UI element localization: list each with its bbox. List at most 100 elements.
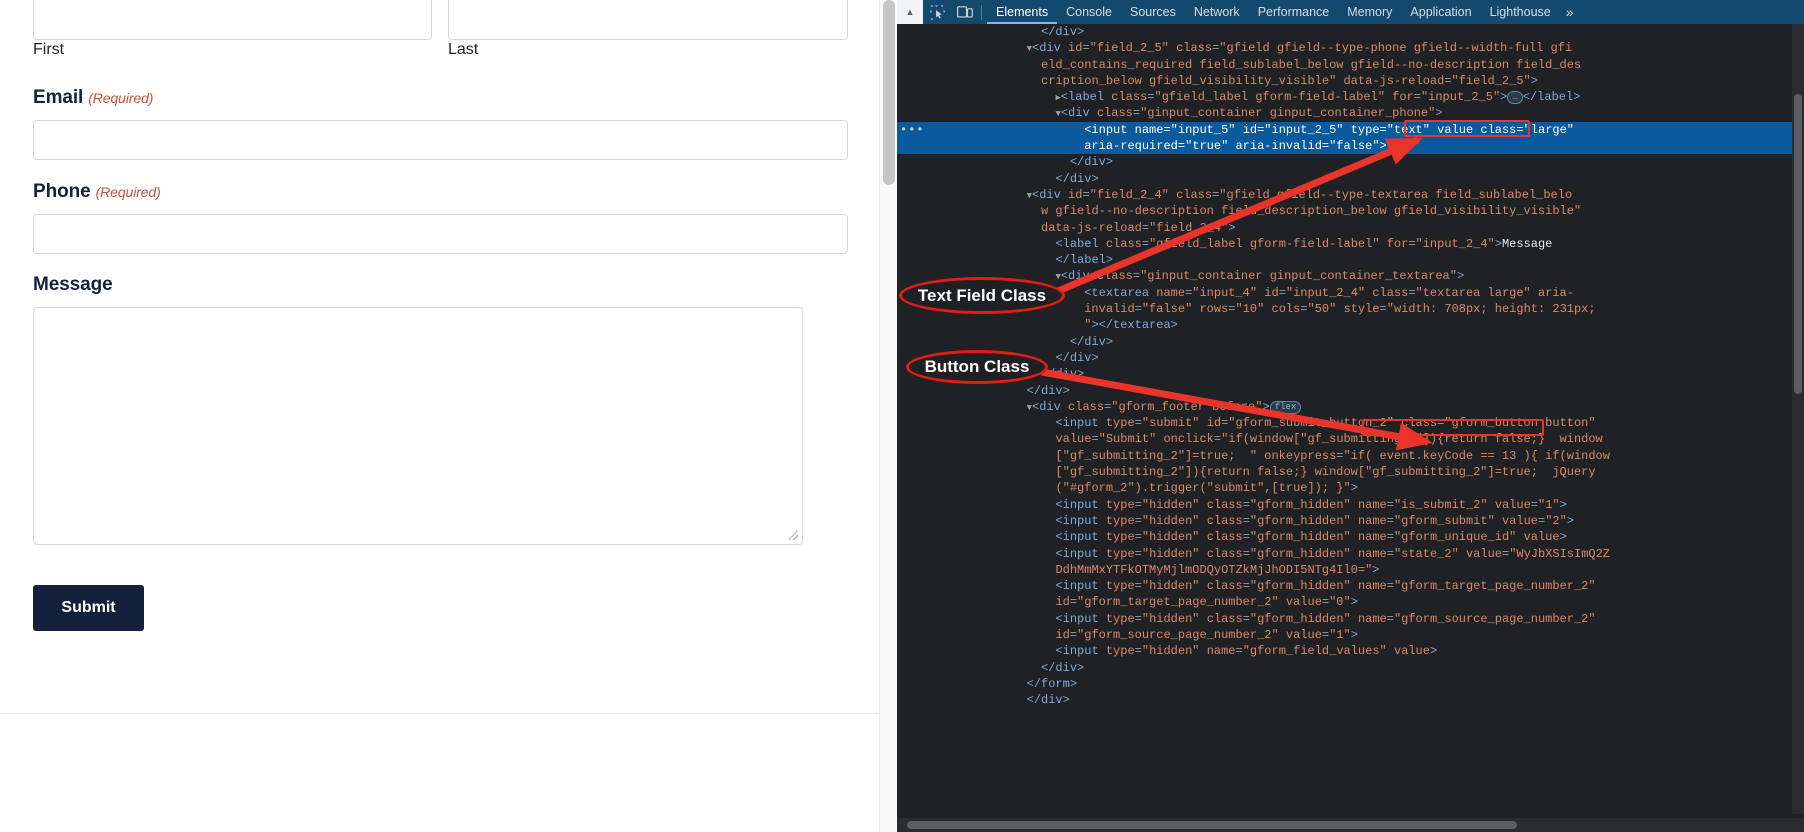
page-scrollbar[interactable] (879, 0, 897, 832)
tab-sources[interactable]: Sources (1121, 0, 1185, 24)
dom-tree-line[interactable]: </label> (897, 252, 1804, 268)
dom-tree-line[interactable]: ▼<div class="ginput_container ginput_con… (897, 268, 1804, 284)
devtools-vertical-scrollbar[interactable] (1792, 24, 1804, 814)
dom-attribute: value (1055, 432, 1092, 447)
dom-tag: </form> (1026, 676, 1078, 691)
dom-attribute: class (1096, 106, 1133, 121)
dom-tree-line[interactable]: </div> (897, 350, 1804, 366)
dom-tree-line[interactable]: </form> (897, 676, 1804, 692)
dom-tree-line[interactable]: ▶<label class="gfield_label gform-field-… (897, 89, 1804, 105)
collapsed-content-icon[interactable]: flex (1269, 400, 1302, 414)
dom-tree-line[interactable]: </div> (897, 24, 1804, 40)
dom-tree-line[interactable]: w gfield--no-description field_descripti… (897, 203, 1804, 219)
dom-tree-line[interactable]: </div> (897, 334, 1804, 350)
dom-node-badge-icon[interactable]: ••• (900, 122, 925, 138)
tab-console[interactable]: Console (1057, 0, 1121, 24)
dom-attribute-value: "hidden" (1141, 644, 1207, 659)
dom-tree-line[interactable]: "></textarea> (897, 317, 1804, 333)
dom-tree-line[interactable]: <input type="hidden" class="gform_hidden… (897, 611, 1804, 627)
dom-tree-line[interactable]: <label class="gfield_label gform-field-l… (897, 236, 1804, 252)
dom-tree-line[interactable]: ["gf_submitting_2"]=true; " onkeypress="… (897, 448, 1804, 464)
dom-tree-line[interactable]: </div> (897, 154, 1804, 170)
submit-button[interactable]: Submit (33, 585, 144, 631)
tab-elements[interactable]: Elements (987, 0, 1057, 24)
dom-attribute: name (1156, 285, 1186, 300)
dom-tree-line[interactable]: <input type="hidden" class="gform_hidden… (897, 529, 1804, 545)
dom-tag: > (1530, 73, 1538, 88)
tab-memory[interactable]: Memory (1338, 0, 1401, 24)
dom-tree-line[interactable]: </div> (897, 366, 1804, 382)
inspect-element-icon[interactable] (923, 0, 951, 24)
dom-attribute: data-js-reload (1343, 73, 1445, 88)
dom-tree-line[interactable]: <textarea name="input_4" id="input_2_4" … (897, 285, 1804, 301)
device-toolbar-icon[interactable] (951, 0, 979, 24)
phone-input[interactable] (33, 214, 848, 254)
scroll-up-icon[interactable]: ▲ (897, 0, 923, 24)
dom-tree-line[interactable]: <input type="submit" id="gform_submit_bu… (897, 415, 1804, 431)
collapsed-content-icon[interactable]: … (1507, 91, 1523, 105)
dom-tag: > (1350, 595, 1358, 610)
dom-tree-line[interactable]: ••• <input name="input_5" id="input_2_5"… (897, 121, 1804, 139)
dom-attribute: type (1350, 122, 1380, 137)
dom-tree-line[interactable]: ("#gform_2").trigger("submit",[true]); }… (897, 480, 1804, 496)
dom-attribute: class (1068, 399, 1105, 414)
dom-tree-line[interactable]: <input type="hidden" name="gform_field_v… (897, 643, 1804, 659)
dom-tag: = (1242, 513, 1250, 528)
first-name-field-wrap: First (33, 0, 432, 58)
textarea-resize-handle-icon[interactable] (788, 530, 800, 542)
dom-attribute: value (1494, 497, 1531, 512)
tab-network[interactable]: Network (1185, 0, 1249, 24)
last-name-field-wrap: Last (448, 0, 848, 58)
dom-tree-line[interactable]: id="gform_target_page_number_2" value="0… (897, 594, 1804, 610)
page-divider (0, 713, 880, 714)
last-name-input[interactable] (448, 0, 848, 40)
dom-tree-line[interactable]: </div> (897, 660, 1804, 676)
tab-lighthouse[interactable]: Lighthouse (1481, 0, 1560, 24)
dom-attribute: value (1437, 122, 1481, 137)
dom-tree-line[interactable]: </div> (897, 171, 1804, 187)
dom-tree-line[interactable]: DdhMmMxYTFkOTMyMjlmODQyOTZkMjJhODI5NTg4I… (897, 562, 1804, 578)
dom-tree-line[interactable]: aria-required="true" aria-invalid="false… (897, 138, 1804, 155)
tab-performance[interactable]: Performance (1249, 0, 1339, 24)
message-textarea[interactable] (33, 307, 803, 545)
dom-tag: = (1213, 432, 1222, 447)
dom-attribute-value: "gform_hidden" (1249, 546, 1358, 561)
dom-tree-line[interactable]: ▼<div class="ginput_container ginput_con… (897, 105, 1804, 121)
email-input[interactable] (33, 120, 848, 160)
dom-tree-line[interactable]: value="Submit" onclick="if(window["gf_su… (897, 431, 1804, 447)
dom-attribute-value: "text" (1386, 122, 1438, 137)
dom-tree-line[interactable]: </div> (897, 383, 1804, 399)
devtools-horizontal-scrollbar[interactable] (897, 818, 1804, 832)
dom-tree-line[interactable]: ["gf_submitting_2"]){return false;} wind… (897, 464, 1804, 480)
dom-tree-line[interactable]: ▼<div id="field_2_5" class="gfield gfiel… (897, 40, 1804, 56)
dom-tree[interactable]: </div> ▼<div id="field_2_5" class="gfiel… (897, 24, 1804, 814)
more-tabs-icon[interactable]: » (1560, 0, 1580, 24)
dom-tree-line[interactable]: cription_below gfield_visibility_visible… (897, 73, 1804, 89)
dom-tree-line[interactable]: <input type="hidden" class="gform_hidden… (897, 546, 1804, 562)
dom-tree-line[interactable]: <input type="hidden" class="gform_hidden… (897, 497, 1804, 513)
dom-tag: <div (1060, 106, 1097, 121)
dom-attribute: class (1401, 416, 1438, 431)
dom-attribute: cols (1271, 302, 1301, 317)
dom-tree-line[interactable]: <input type="hidden" class="gform_hidden… (897, 578, 1804, 594)
dom-tree-line[interactable]: <input type="hidden" class="gform_hidden… (897, 513, 1804, 529)
dom-tree-line[interactable]: eld_contains_required field_sublabel_bel… (897, 57, 1804, 73)
dom-tree-line[interactable]: invalid="false" rows="10" cols="50" styl… (897, 301, 1804, 317)
first-name-input[interactable] (33, 0, 432, 40)
dom-tag: = (1242, 546, 1250, 561)
dom-attribute: type (1105, 546, 1135, 561)
dom-tag: = (1134, 513, 1142, 528)
dom-tree-line[interactable]: ▼<div class="gform_footer before"> flex (897, 399, 1804, 415)
devtools-vscroll-thumb[interactable] (1794, 94, 1802, 394)
dom-tree-line[interactable]: ▼<div id="field_2_4" class="gfield gfiel… (897, 187, 1804, 203)
tab-application[interactable]: Application (1401, 0, 1480, 24)
devtools-hscroll-thumb[interactable] (907, 821, 1517, 829)
dom-tree-line[interactable]: data-js-reload="field_2_4"> (897, 220, 1804, 236)
dom-tree-line[interactable]: id="gform_source_page_number_2" value="1… (897, 627, 1804, 643)
first-name-sublabel: First (33, 41, 65, 58)
page-scrollbar-thumb[interactable] (883, 0, 895, 185)
dom-tree-line[interactable]: </div> (897, 692, 1804, 708)
